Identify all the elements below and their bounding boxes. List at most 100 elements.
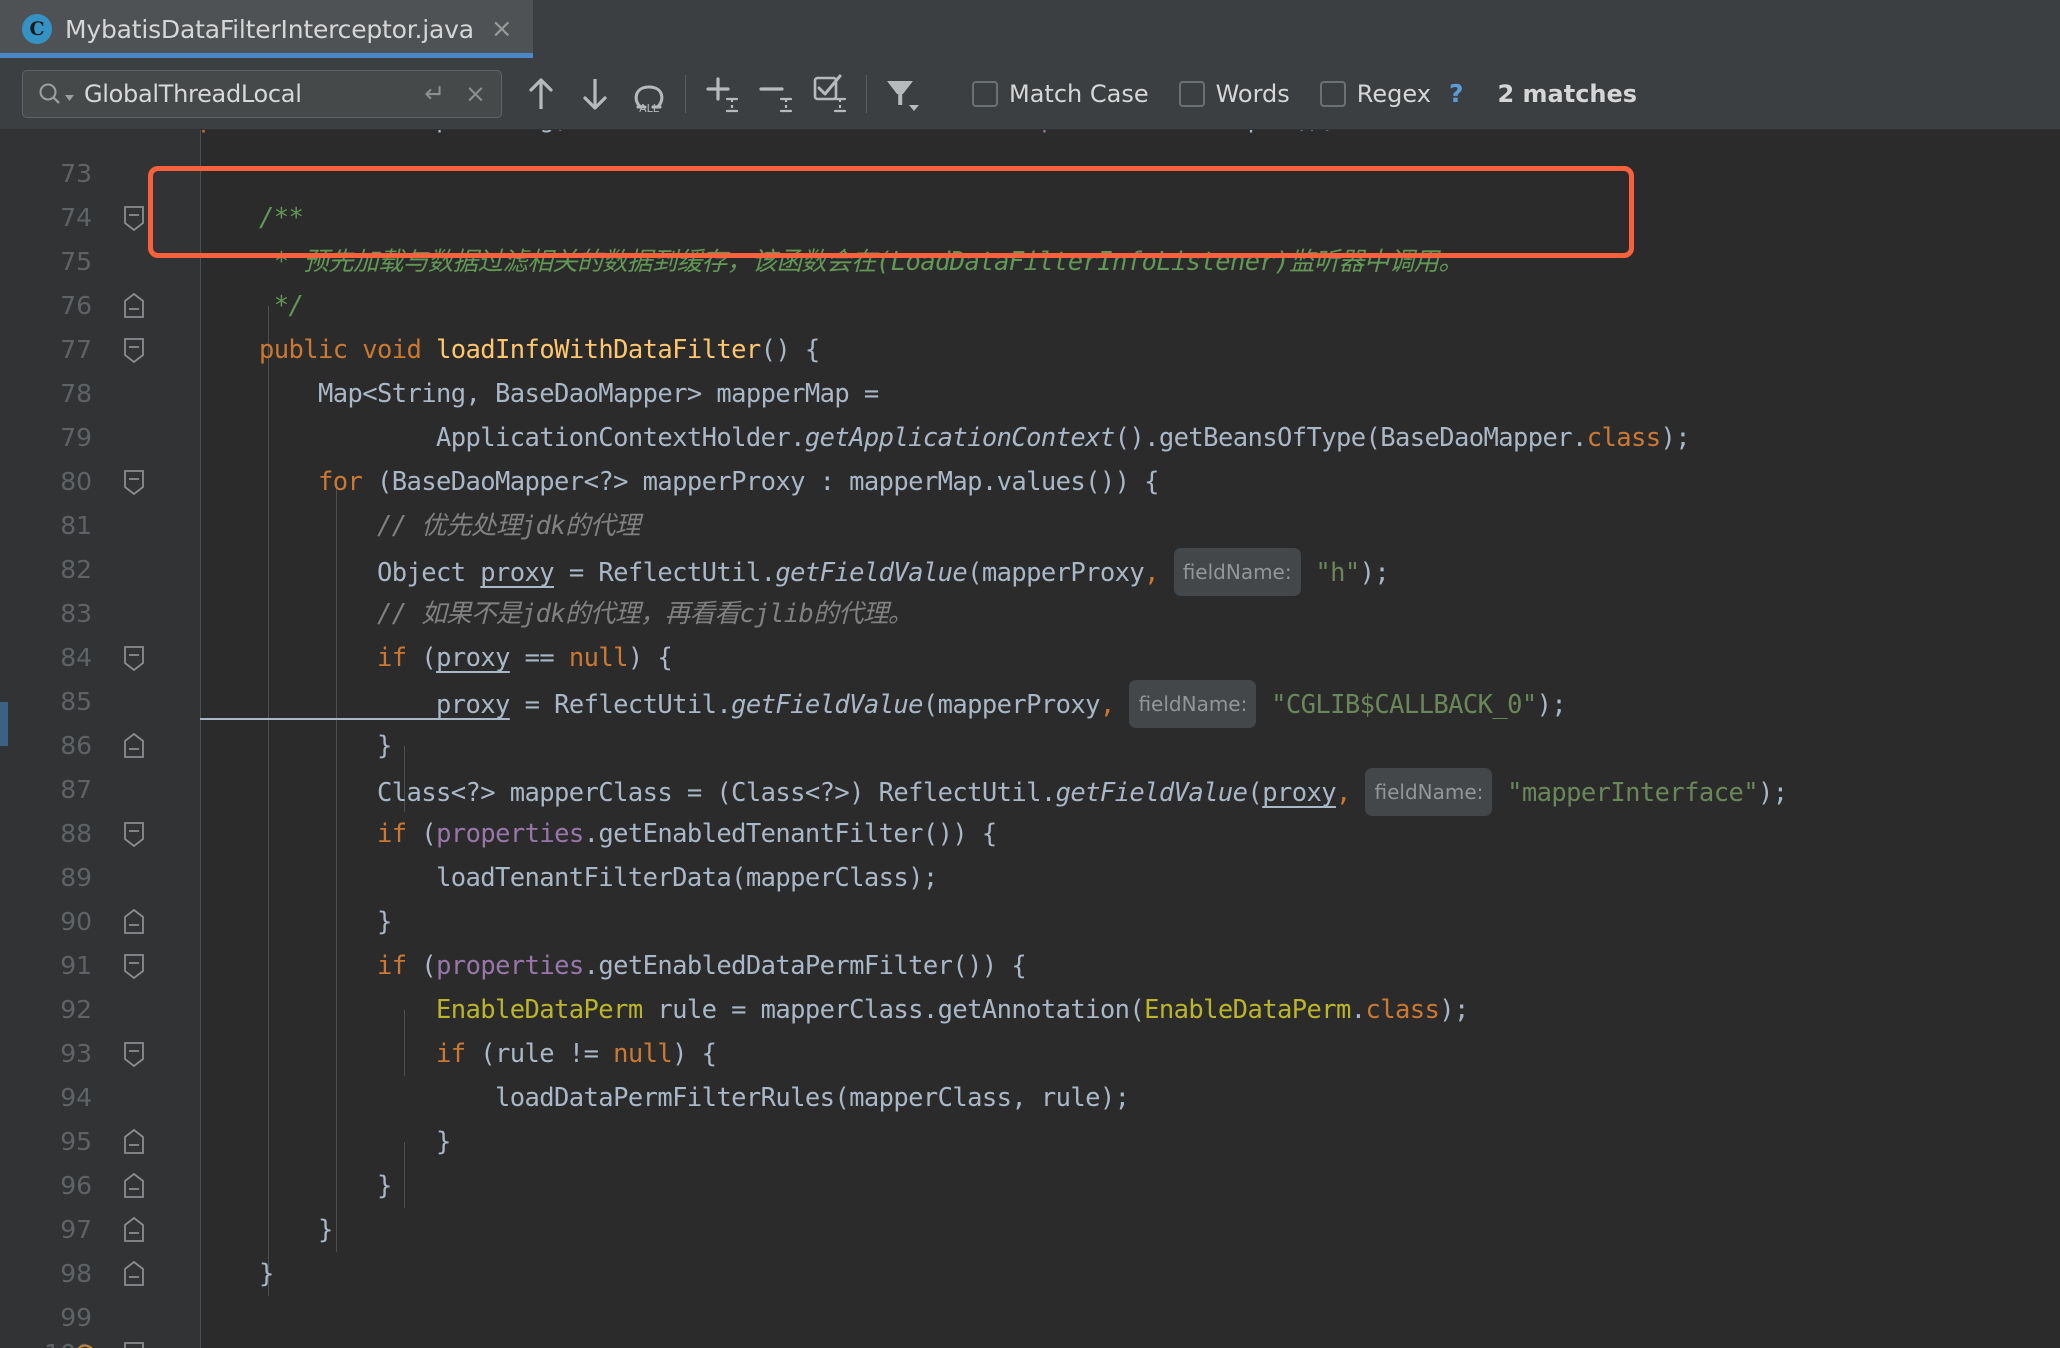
regex-checkbox[interactable]: Regex bbox=[1319, 80, 1431, 108]
match-case-label: Match Case bbox=[1009, 79, 1149, 108]
checkbox-icon[interactable] bbox=[1178, 80, 1205, 107]
fold-start-icon[interactable] bbox=[118, 636, 150, 680]
find-toolbar: GlobalThreadLocal ↵ × ALL Match Case Wor… bbox=[0, 58, 2060, 130]
line-number: 75 bbox=[60, 247, 92, 276]
code-line[interactable]: 82 Object proxy = ReflectUtil.getFieldVa… bbox=[0, 548, 2060, 596]
line-number: 89 bbox=[60, 863, 92, 892]
code-line[interactable]: 87 Class<?> mapperClass = (Class<?>) Ref… bbox=[0, 768, 2060, 816]
line-content: } bbox=[200, 1171, 392, 1201]
regex-help-icon[interactable]: ? bbox=[1449, 79, 1464, 108]
close-icon[interactable]: × bbox=[487, 16, 517, 42]
select-all-occurrences-button[interactable]: ALL bbox=[622, 67, 676, 121]
code-line[interactable]: 76 */ bbox=[0, 284, 2060, 328]
parameter-hint-badge: fieldName: bbox=[1173, 548, 1301, 596]
fold-start-icon[interactable] bbox=[118, 944, 150, 988]
code-line[interactable]: 98 } bbox=[0, 1252, 2060, 1296]
code-line[interactable]: 85 proxy = ReflectUtil.getFieldValue(map… bbox=[0, 680, 2060, 728]
code-line[interactable]: 80 for (BaseDaoMapper<?> mapperProxy : m… bbox=[0, 460, 2060, 504]
fold-end-icon[interactable] bbox=[118, 1208, 150, 1252]
code-line[interactable]: 95 } bbox=[0, 1120, 2060, 1164]
code-line[interactable]: 75 * 预先加载与数据过滤相关的数据到缓存，该函数会在(LoadDataFil… bbox=[0, 240, 2060, 284]
line-number: 93 bbox=[60, 1039, 92, 1068]
line-content: EnableDataPerm rule = mapperClass.getAnn… bbox=[200, 995, 1469, 1025]
code-line[interactable]: 88 if (properties.getEnabledTenantFilter… bbox=[0, 812, 2060, 856]
code-line[interactable]: 94 loadDataPermFilterRules(mapperClass, … bbox=[0, 1076, 2060, 1120]
fold-start-icon[interactable] bbox=[118, 328, 150, 372]
code-line[interactable]: 86 } bbox=[0, 724, 2060, 768]
line-number: 73 bbox=[60, 159, 92, 188]
code-line[interactable]: 79 ApplicationContextHolder.getApplicati… bbox=[0, 416, 2060, 460]
code-line[interactable]: 96 } bbox=[0, 1164, 2060, 1208]
line-number: 99 bbox=[60, 1303, 92, 1332]
line-content: for (BaseDaoMapper<?> mapperProxy : mapp… bbox=[200, 467, 1159, 497]
line-content: } bbox=[200, 1259, 274, 1289]
line-content: private final Map<String, ModelTenantInf… bbox=[200, 130, 1337, 152]
match-case-checkbox[interactable]: Match Case bbox=[972, 80, 1149, 108]
code-line[interactable]: 73 bbox=[0, 152, 2060, 196]
fold-start-icon[interactable] bbox=[118, 460, 150, 504]
line-number: 91 bbox=[60, 951, 92, 980]
fold-start-icon[interactable] bbox=[118, 812, 150, 856]
add-selection-icon bbox=[702, 74, 742, 114]
overridden-method-icon[interactable]: @ bbox=[72, 1340, 98, 1348]
code-editor[interactable]: 72 private final Map<String, ModelTenant… bbox=[0, 130, 2060, 1348]
fold-end-icon[interactable] bbox=[118, 284, 150, 328]
code-line[interactable]: 83 // 如果不是jdk的代理，再看看cjlib的代理。 bbox=[0, 592, 2060, 636]
arrow-up-icon bbox=[524, 76, 558, 112]
remove-occurrence-button[interactable] bbox=[749, 67, 803, 121]
line-number: 96 bbox=[60, 1171, 92, 1200]
words-checkbox[interactable]: Words bbox=[1178, 79, 1290, 108]
search-enter-icon[interactable]: ↵ bbox=[419, 81, 450, 106]
line-number: 76 bbox=[60, 291, 92, 320]
code-line[interactable]: 99 bbox=[0, 1296, 2060, 1340]
code-line[interactable]: 89 loadTenantFilterData(mapperClass); bbox=[0, 856, 2060, 900]
line-content: // 优先处理jdk的代理 bbox=[200, 511, 640, 541]
line-number: 79 bbox=[60, 423, 92, 452]
line-content: Class<?> mapperClass = (Class<?>) Reflec… bbox=[200, 768, 1788, 816]
code-line[interactable]: 74 /** bbox=[0, 196, 2060, 240]
code-line[interactable]: 92 EnableDataPerm rule = mapperClass.get… bbox=[0, 988, 2060, 1032]
fold-end-icon[interactable] bbox=[118, 1164, 150, 1208]
code-line[interactable]: 81 // 优先处理jdk的代理 bbox=[0, 504, 2060, 548]
clear-search-icon[interactable]: × bbox=[460, 81, 491, 106]
line-number: 74 bbox=[60, 203, 92, 232]
find-next-button[interactable] bbox=[568, 67, 622, 121]
editor-tab-bar: C MybatisDataFilterInterceptor.java × bbox=[0, 0, 2060, 58]
search-icon[interactable] bbox=[37, 81, 74, 107]
code-line[interactable]: 91 if (properties.getEnabledDataPermFilt… bbox=[0, 944, 2060, 988]
code-line[interactable]: 93 if (rule != null) { bbox=[0, 1032, 2060, 1076]
line-content: if (properties.getEnabledTenantFilter())… bbox=[200, 819, 997, 849]
find-previous-button[interactable] bbox=[514, 67, 568, 121]
line-content: proxy = ReflectUtil.getFieldValue(mapper… bbox=[200, 680, 1567, 728]
code-line[interactable]: 97 } bbox=[0, 1208, 2060, 1252]
fold-start-icon[interactable] bbox=[118, 1340, 150, 1348]
checkbox-icon[interactable] bbox=[1319, 80, 1346, 107]
editor-tab-mybatisdatafilterinterceptor[interactable]: C MybatisDataFilterInterceptor.java × bbox=[0, 0, 533, 58]
checkbox-icon[interactable] bbox=[972, 80, 998, 107]
line-content: private void loadTenantFilterData(Class<… bbox=[200, 1340, 1101, 1348]
toolbar-divider bbox=[685, 74, 686, 113]
code-line[interactable]: 72 private final Map<String, ModelTenant… bbox=[0, 130, 2060, 152]
fold-start-icon[interactable] bbox=[118, 1032, 150, 1076]
words-label: Words bbox=[1215, 79, 1290, 108]
code-line[interactable]: 78 Map<String, BaseDaoMapper> mapperMap … bbox=[0, 372, 2060, 416]
line-content: ApplicationContextHolder.getApplicationC… bbox=[200, 423, 1691, 453]
add-occurrence-button[interactable] bbox=[695, 67, 749, 121]
fold-end-icon[interactable] bbox=[118, 1252, 150, 1296]
select-all-matches-button[interactable] bbox=[803, 67, 857, 121]
line-number: 81 bbox=[60, 511, 92, 540]
line-content: // 如果不是jdk的代理，再看看cjlib的代理。 bbox=[200, 599, 913, 629]
fold-end-icon[interactable] bbox=[118, 1120, 150, 1164]
filter-search-scope-button[interactable] bbox=[876, 67, 930, 121]
fold-end-icon[interactable] bbox=[118, 900, 150, 944]
java-class-icon: C bbox=[22, 14, 52, 44]
search-input-container[interactable]: GlobalThreadLocal ↵ × bbox=[22, 69, 502, 118]
code-line[interactable]: 77 public void loadInfoWithDataFilter() … bbox=[0, 328, 2060, 372]
search-input[interactable]: GlobalThreadLocal bbox=[84, 80, 409, 108]
line-number: 88 bbox=[60, 819, 92, 848]
code-line[interactable]: 90 } bbox=[0, 900, 2060, 944]
fold-start-icon[interactable] bbox=[118, 196, 150, 240]
code-line[interactable]: 84 if (proxy == null) { bbox=[0, 636, 2060, 680]
code-line[interactable]: 100 @ private void loadTenantFilterData(… bbox=[0, 1340, 2060, 1348]
fold-end-icon[interactable] bbox=[118, 724, 150, 768]
